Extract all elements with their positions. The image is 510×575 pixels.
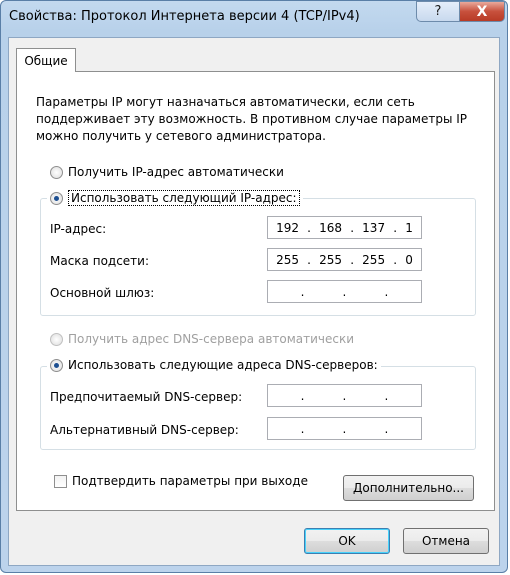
radio-ip-auto[interactable]: Получить IP-адрес автоматически — [50, 165, 284, 179]
preferred-dns-label: Предпочитаемый DNS-сервер: — [50, 390, 243, 404]
radio-dns-manual[interactable]: Использовать следующие адреса DNS-сервер… — [47, 358, 381, 372]
validate-settings-label: Подтвердить параметры при выходе — [72, 474, 308, 488]
octet-2: 168 — [319, 220, 343, 235]
octet-dot: . — [350, 220, 355, 235]
octet-dot: . — [350, 252, 355, 267]
checkbox-icon — [54, 474, 67, 488]
description-text: Параметры IP могут назначаться автоматич… — [36, 95, 468, 143]
default-gateway-input[interactable]: . . . — [267, 280, 422, 303]
octet-dot: . — [384, 284, 389, 299]
default-gateway-label: Основной шлюз: — [50, 286, 155, 300]
radio-button-icon — [50, 358, 63, 372]
ok-button[interactable]: OK — [304, 528, 390, 554]
subnet-mask-label: Маска подсети: — [50, 254, 150, 268]
close-button[interactable]: X — [459, 1, 505, 22]
octet-3: 255 — [362, 252, 386, 267]
octet-dot: . — [300, 388, 305, 403]
tab-general-label: Общие — [24, 53, 68, 68]
radio-button-icon — [50, 165, 63, 179]
octet-dot: . — [307, 220, 311, 235]
radio-dns-auto-label: Получить адрес DNS-сервера автоматически — [68, 332, 355, 346]
radio-button-icon — [50, 332, 63, 346]
tab-general[interactable]: Общие — [16, 48, 76, 72]
title-bar[interactable]: Свойства: Протокол Интернета версии 4 (T… — [1, 1, 507, 37]
ip-address-label: IP-адрес: — [50, 222, 107, 236]
radio-button-icon — [50, 191, 63, 205]
octet-1: 192 — [276, 220, 299, 235]
radio-ip-manual-label: Использовать следующий IP-адрес: — [68, 190, 300, 206]
octet-dot: . — [393, 220, 398, 235]
octet-4: 0 — [405, 252, 413, 267]
radio-ip-auto-label: Получить IP-адрес автоматически — [68, 165, 284, 179]
octet-4: 1 — [405, 220, 413, 235]
octet-dot: . — [307, 252, 311, 267]
octet-dot: . — [300, 421, 305, 436]
octet-dot: . — [393, 252, 398, 267]
advanced-button[interactable]: Дополнительно... — [343, 475, 474, 501]
octet-1: 255 — [276, 252, 299, 267]
octet-dot: . — [342, 284, 347, 299]
octet-dot: . — [384, 388, 389, 403]
alternate-dns-label: Альтернативный DNS-сервер: — [50, 423, 239, 437]
preferred-dns-input[interactable]: . . . — [267, 384, 422, 407]
octet-dot: . — [342, 388, 347, 403]
ip-address-input[interactable]: 192. 168. 137. 1 — [267, 216, 422, 239]
radio-dns-manual-label: Использовать следующие адреса DNS-сервер… — [68, 358, 378, 372]
octet-dot: . — [342, 421, 347, 436]
radio-dns-auto[interactable]: Получить адрес DNS-сервера автоматически — [50, 332, 354, 346]
help-button[interactable]: ? — [416, 1, 460, 22]
octet-dot: . — [300, 284, 305, 299]
octet-3: 137 — [362, 220, 386, 235]
subnet-mask-input[interactable]: 255. 255. 255. 0 — [267, 248, 422, 271]
octet-dot: . — [384, 421, 389, 436]
cancel-button[interactable]: Отмена — [403, 528, 489, 554]
validate-settings-checkbox[interactable]: Подтвердить параметры при выходе — [54, 474, 308, 488]
octet-2: 255 — [319, 252, 343, 267]
alternate-dns-input[interactable]: . . . — [267, 417, 422, 440]
radio-ip-manual[interactable]: Использовать следующий IP-адрес: — [47, 190, 303, 206]
window-title: Свойства: Протокол Интернета версии 4 (T… — [9, 9, 360, 24]
